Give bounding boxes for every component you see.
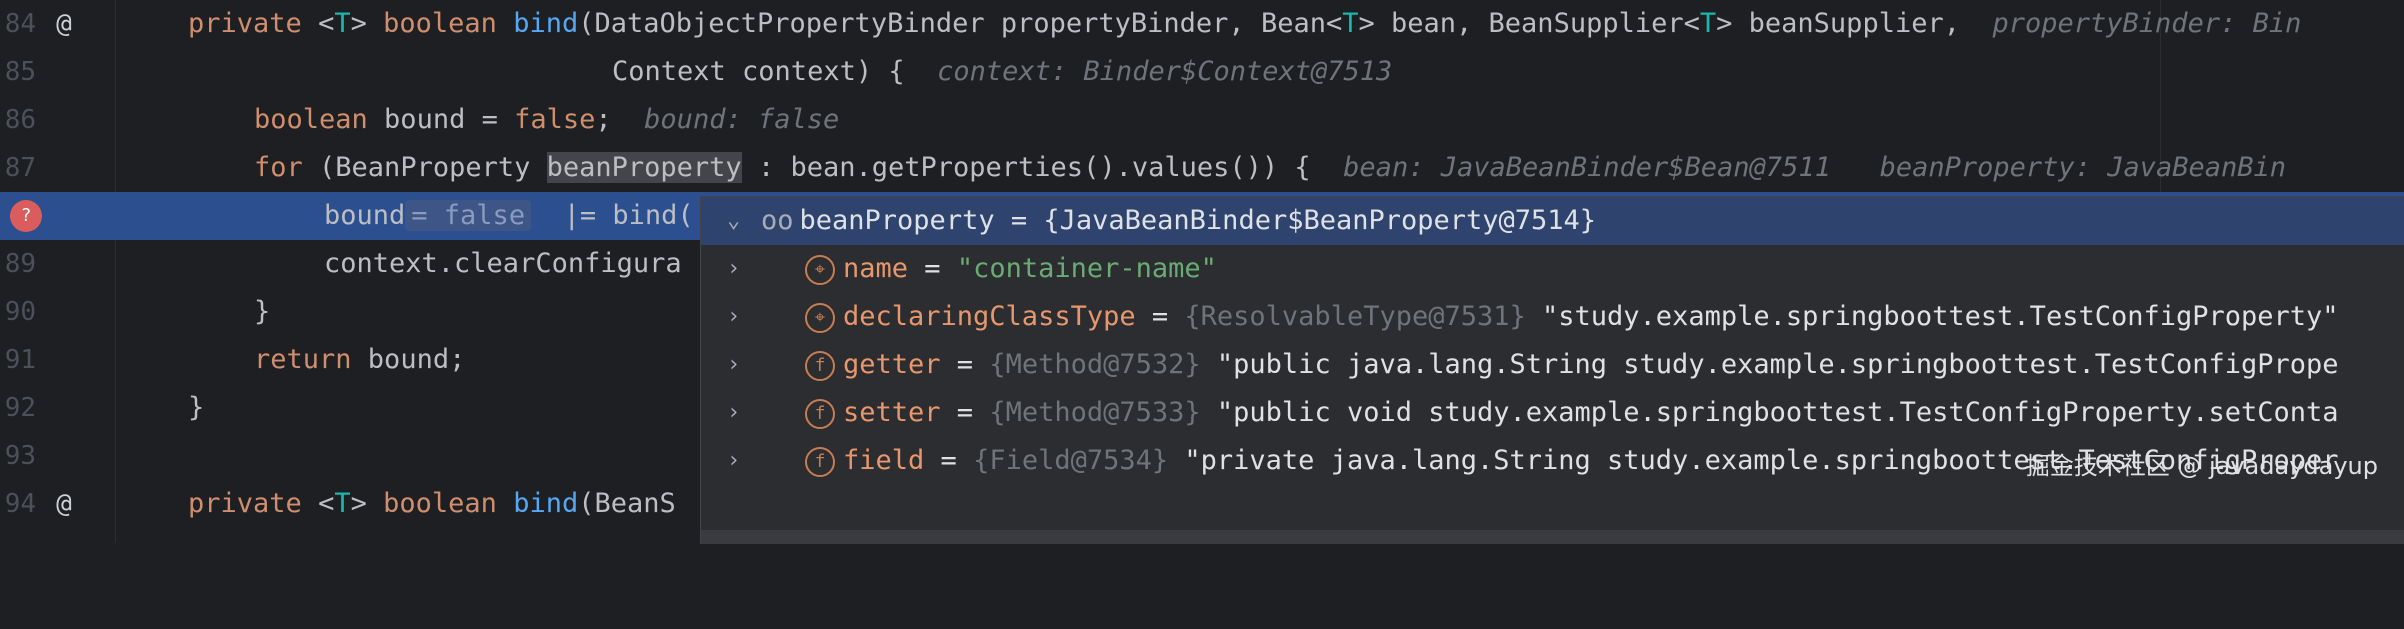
tree-row-declaringClassType[interactable]: › ⌖ declaringClassType = {ResolvableType@… — [701, 293, 2404, 341]
final-field-icon: ⌖ — [805, 254, 835, 285]
code-text: return bound; — [254, 344, 466, 375]
tree-node-content: f getter = {Method@7532} "public java.lan… — [805, 341, 2339, 389]
code-text: private <T> boolean bind(DataObjectPrope… — [188, 8, 2302, 39]
chevron-right-icon[interactable]: › — [727, 293, 740, 341]
tree-row-name[interactable]: › ⌖ name = "container-name" — [701, 245, 2404, 293]
chevron-down-icon[interactable]: ⌄ — [727, 197, 740, 245]
inlay-hint: context: Binder$Context@7513 — [937, 56, 1393, 87]
line-number: 93 — [4, 441, 36, 471]
tree-node-content: ⌖ name = "container-name" — [805, 245, 1217, 293]
chevron-right-icon[interactable]: › — [727, 437, 740, 485]
inlay-hint: bean: JavaBeanBinder$Bean@7511 — [1343, 152, 1831, 183]
hovered-variable: beanProperty — [546, 152, 742, 183]
tree-row-getter[interactable]: › f getter = {Method@7532} "public java.l… — [701, 341, 2404, 389]
field-icon: f — [805, 446, 835, 477]
field-icon: f — [805, 398, 835, 429]
line-number: 85 — [4, 57, 36, 87]
line-number: 84 — [4, 9, 36, 39]
inline-debug-value: = false — [405, 200, 532, 231]
chevron-right-icon[interactable]: › — [727, 245, 740, 293]
field-icon: f — [805, 350, 835, 381]
code-line-84[interactable]: 84 @ private <T> boolean bind(DataObject… — [0, 0, 2404, 48]
line-number: 90 — [4, 297, 36, 327]
tree-node-content: ⌖ declaringClassType = {ResolvableType@75… — [805, 293, 2339, 341]
code-text: boolean bound = false; bound: false — [254, 104, 840, 135]
code-line-86[interactable]: 86 boolean bound = false; bound: false — [0, 96, 2404, 144]
tree-node-content: oo beanProperty = {JavaBeanBinder$BeanPro… — [761, 197, 1596, 245]
code-text: for (BeanProperty beanProperty : bean.ge… — [254, 152, 2287, 183]
chevron-right-icon[interactable]: › — [727, 341, 740, 389]
code-line-87[interactable]: 87 for (BeanProperty beanProperty : bean… — [0, 144, 2404, 192]
watch-glasses-icon: oo — [761, 205, 794, 236]
override-at-icon[interactable]: @ — [48, 488, 80, 520]
line-number: 87 — [4, 153, 36, 183]
code-editor[interactable]: 84 @ private <T> boolean bind(DataObject… — [0, 0, 2404, 544]
final-field-icon: ⌖ — [805, 302, 835, 333]
override-at-icon[interactable]: @ — [48, 8, 80, 40]
chevron-right-icon[interactable]: › — [727, 389, 740, 437]
line-number: 89 — [4, 249, 36, 279]
inlay-hint: bound: false — [644, 104, 840, 135]
inlay-hint: propertyBinder: Bin — [1992, 8, 2302, 39]
tree-node-content: f setter = {Method@7533} "public void stu… — [805, 389, 2339, 437]
code-text: private <T> boolean bind(BeanS — [188, 488, 676, 519]
horizontal-scrollbar[interactable] — [701, 530, 2404, 544]
tree-row-setter[interactable]: › f setter = {Method@7533} "public void s… — [701, 389, 2404, 437]
line-number: 91 — [4, 345, 36, 375]
debug-value-popup[interactable]: ⌄ oo beanProperty = {JavaBeanBinder$BeanP… — [700, 196, 2404, 544]
breakpoint-icon[interactable]: ? — [10, 200, 42, 232]
tree-root-row[interactable]: ⌄ oo beanProperty = {JavaBeanBinder$BeanP… — [701, 197, 2404, 245]
line-number: 94 — [4, 489, 36, 519]
inlay-hint: beanProperty: JavaBeanBin — [1879, 152, 2287, 183]
code-text: } — [254, 296, 271, 327]
code-text: bound = false |= bind( — [324, 200, 694, 231]
line-number: 86 — [4, 105, 36, 135]
line-number: 92 — [4, 393, 36, 423]
code-text: context.clearConfigura — [324, 248, 682, 279]
code-line-85[interactable]: 85 Context context) { context: Binder$Co… — [0, 48, 2404, 96]
code-text: } — [188, 392, 205, 423]
watermark: 掘金技术社区 @ javadaydayup — [2025, 452, 2378, 480]
code-text: Context context) { context: Binder$Conte… — [612, 56, 1393, 87]
